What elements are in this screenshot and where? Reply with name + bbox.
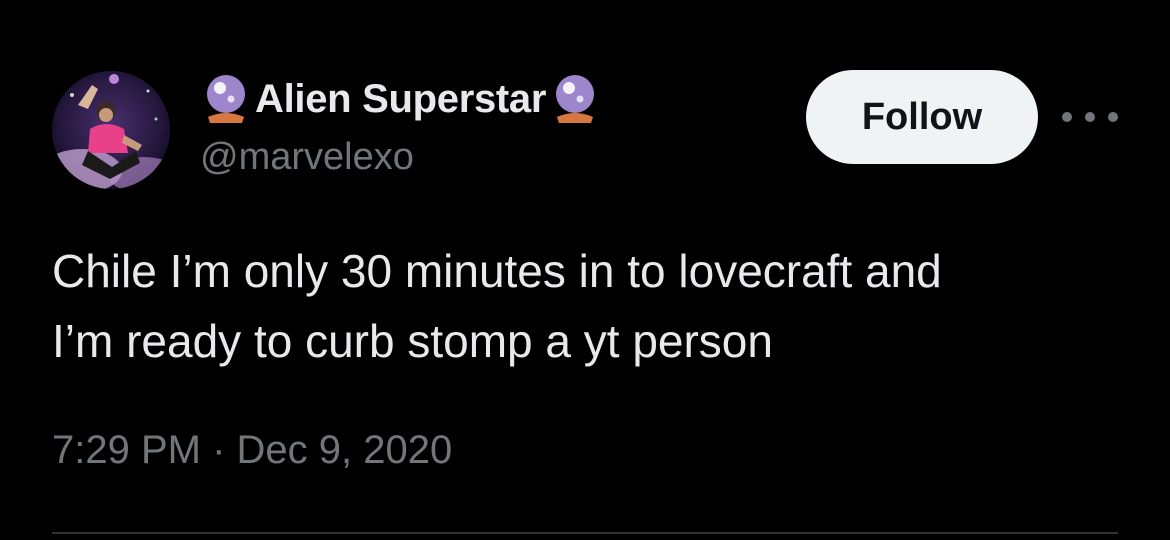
tweet-text-line: Chile I’m only 30 minutes in to lovecraf…: [52, 245, 942, 297]
crystal-ball-icon: [200, 73, 252, 125]
author-name-row[interactable]: Alien Superstar: [200, 73, 601, 125]
follow-button[interactable]: Follow: [806, 70, 1038, 164]
avatar-image: [52, 71, 170, 189]
more-options-icon[interactable]: [1062, 102, 1118, 132]
tweet-text-line: I’m ready to curb stomp a yt person: [52, 315, 773, 367]
more-dot: [1108, 112, 1118, 122]
divider: [52, 532, 1118, 534]
crystal-ball-icon: [549, 73, 601, 125]
author-display-name: Alien Superstar: [255, 76, 547, 121]
more-dot: [1062, 112, 1072, 122]
author-avatar[interactable]: [52, 71, 170, 189]
tweet-text: Chile I’m only 30 minutes in to lovecraf…: [52, 236, 1132, 376]
author-handle[interactable]: @marvelexo: [200, 136, 414, 179]
tweet-timestamp[interactable]: 7:29 PM · Dec 9, 2020: [52, 428, 452, 473]
more-dot: [1085, 112, 1095, 122]
tweet-card: Alien Superstar @marvelexo Follow Chile …: [0, 0, 1170, 540]
